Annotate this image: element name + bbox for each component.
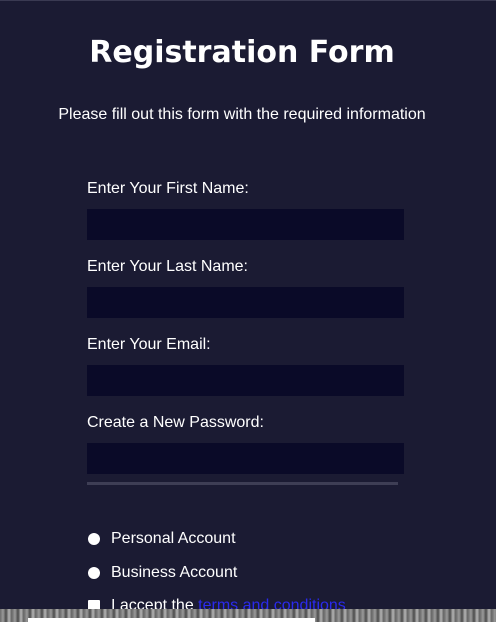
password-input[interactable] (87, 443, 404, 474)
bottom-bar (28, 618, 315, 622)
email-label: Enter Your Email: (87, 336, 211, 353)
page-subtitle: Please fill out this form with the requi… (58, 106, 426, 123)
first-name-label: Enter Your First Name: (87, 180, 249, 197)
personal-account-option[interactable]: Personal Account (87, 528, 236, 550)
first-name-input[interactable] (87, 209, 404, 240)
page-title: Registration Form (89, 35, 395, 70)
registration-form: Enter Your First Name: Enter Your Last N… (87, 179, 404, 491)
personal-account-radio[interactable] (88, 533, 100, 545)
last-name-label: Enter Your Last Name: (87, 258, 248, 275)
business-account-label: Business Account (111, 564, 238, 581)
registration-page: Registration Form Please fill out this f… (0, 0, 496, 622)
section-divider (87, 482, 398, 485)
password-label: Create a New Password: (87, 414, 264, 431)
email-input[interactable] (87, 365, 404, 396)
last-name-input[interactable] (87, 287, 404, 318)
business-account-radio[interactable] (88, 567, 100, 579)
business-account-option[interactable]: Business Account (87, 562, 237, 584)
personal-account-label: Personal Account (111, 530, 236, 547)
